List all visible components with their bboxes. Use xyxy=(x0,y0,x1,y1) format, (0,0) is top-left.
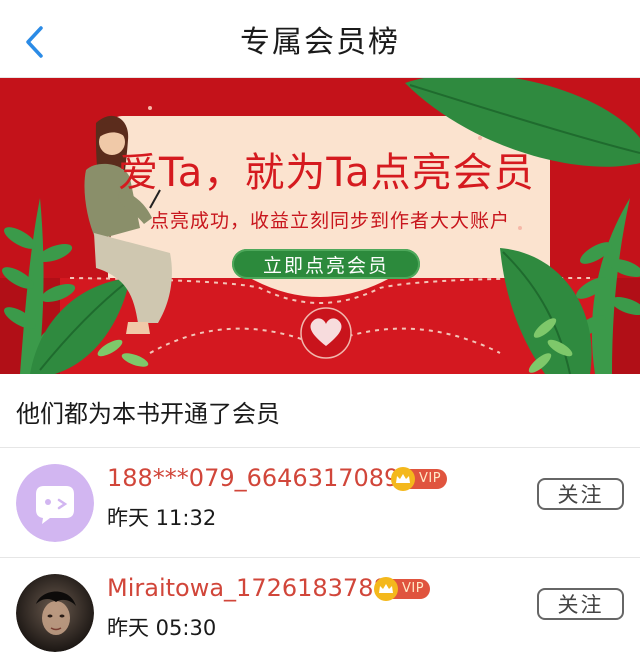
page-title: 专属会员榜 xyxy=(240,25,400,60)
section-title: 他们都为本书开通了会员 xyxy=(16,400,280,428)
activate-membership-button[interactable]: 立即点亮会员 xyxy=(232,249,420,279)
crown-icon xyxy=(374,577,398,601)
vip-badge: VIP xyxy=(391,467,448,491)
photo-avatar xyxy=(16,574,94,652)
crown-icon xyxy=(391,467,415,491)
follow-button[interactable]: 关注 xyxy=(537,588,624,620)
banner-title: 爱Ta，就为Ta点亮会员 xyxy=(118,150,535,196)
timestamp: 昨天 11:32 xyxy=(107,506,217,530)
follow-button[interactable]: 关注 xyxy=(537,478,624,510)
avatar[interactable] xyxy=(16,464,94,542)
banner-subtitle: 点亮成功，收益立刻同步到作者大大账户 xyxy=(150,210,511,232)
chat-bubble-avatar-icon xyxy=(16,464,94,542)
chevron-left-icon xyxy=(26,26,43,58)
vip-badge: VIP xyxy=(374,577,431,601)
member-row: 188***079_6646317089 VIP 昨天 11:32 关注 xyxy=(0,448,640,558)
member-row: Miraitowa_1726183788 VIP 昨天 05:30 关注 xyxy=(0,558,640,668)
promo-banner[interactable]: 爱Ta，就为Ta点亮会员 点亮成功，收益立刻同步到作者大大账户 立即点亮会员 xyxy=(0,78,640,374)
avatar[interactable] xyxy=(16,574,94,652)
username[interactable]: Miraitowa_1726183788 xyxy=(107,574,389,602)
header-bar: 专属会员榜 xyxy=(0,0,640,78)
back-button[interactable] xyxy=(14,22,54,62)
username[interactable]: 188***079_6646317089 xyxy=(107,464,399,492)
timestamp: 昨天 05:30 xyxy=(107,616,217,640)
